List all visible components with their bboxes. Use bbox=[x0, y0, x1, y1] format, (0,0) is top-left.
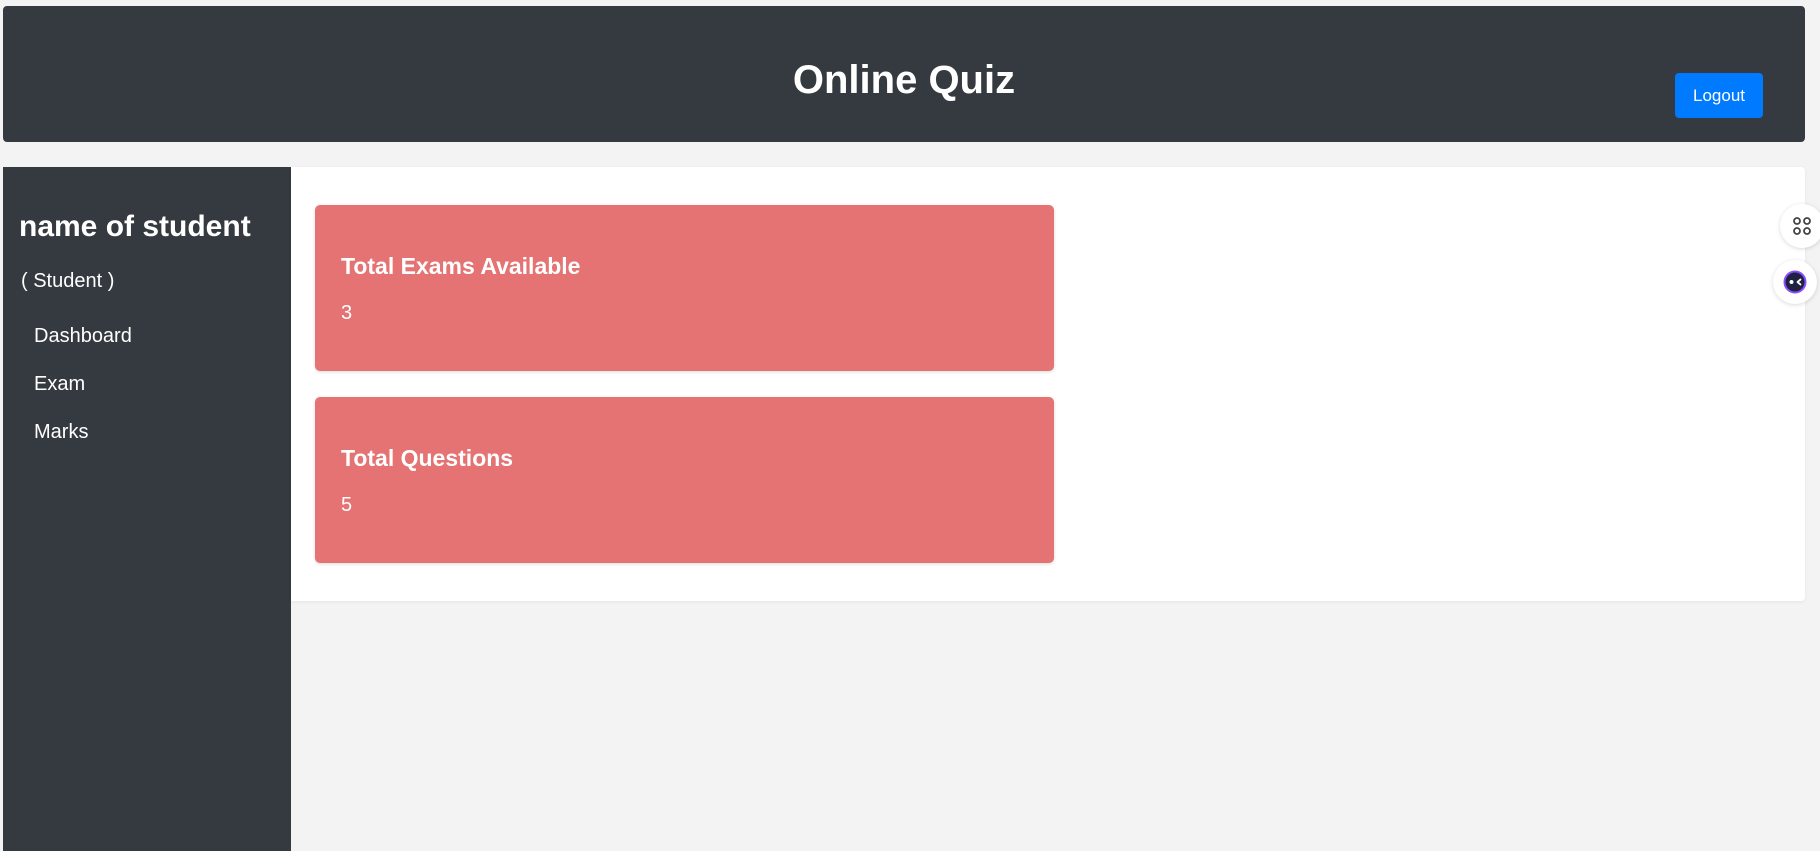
stat-card-total-exams: Total Exams Available 3 bbox=[315, 205, 1054, 371]
assistant-widget[interactable] bbox=[1773, 260, 1817, 304]
stat-card-title: Total Questions bbox=[341, 445, 514, 471]
top-header: Online Quiz Logout bbox=[3, 6, 1805, 142]
command-icon bbox=[1793, 217, 1811, 235]
app-title: Online Quiz bbox=[792, 58, 1016, 102]
stat-card-title: Total Exams Available bbox=[341, 253, 581, 279]
sidebar-item-marks[interactable]: Marks bbox=[34, 419, 88, 445]
stat-card-total-questions: Total Questions 5 bbox=[315, 397, 1054, 563]
stat-card-value: 3 bbox=[341, 302, 353, 324]
sidebar-item-exam[interactable]: Exam bbox=[34, 371, 85, 397]
stat-card-value: 5 bbox=[341, 494, 353, 516]
sidebar-item-dashboard[interactable]: Dashboard bbox=[34, 323, 132, 349]
assistant-face-icon bbox=[1783, 270, 1807, 294]
logout-button[interactable]: Logout bbox=[1675, 73, 1763, 118]
student-role: ( Student ) bbox=[21, 270, 115, 292]
command-widget[interactable] bbox=[1780, 204, 1820, 248]
student-name: name of student bbox=[19, 210, 251, 243]
